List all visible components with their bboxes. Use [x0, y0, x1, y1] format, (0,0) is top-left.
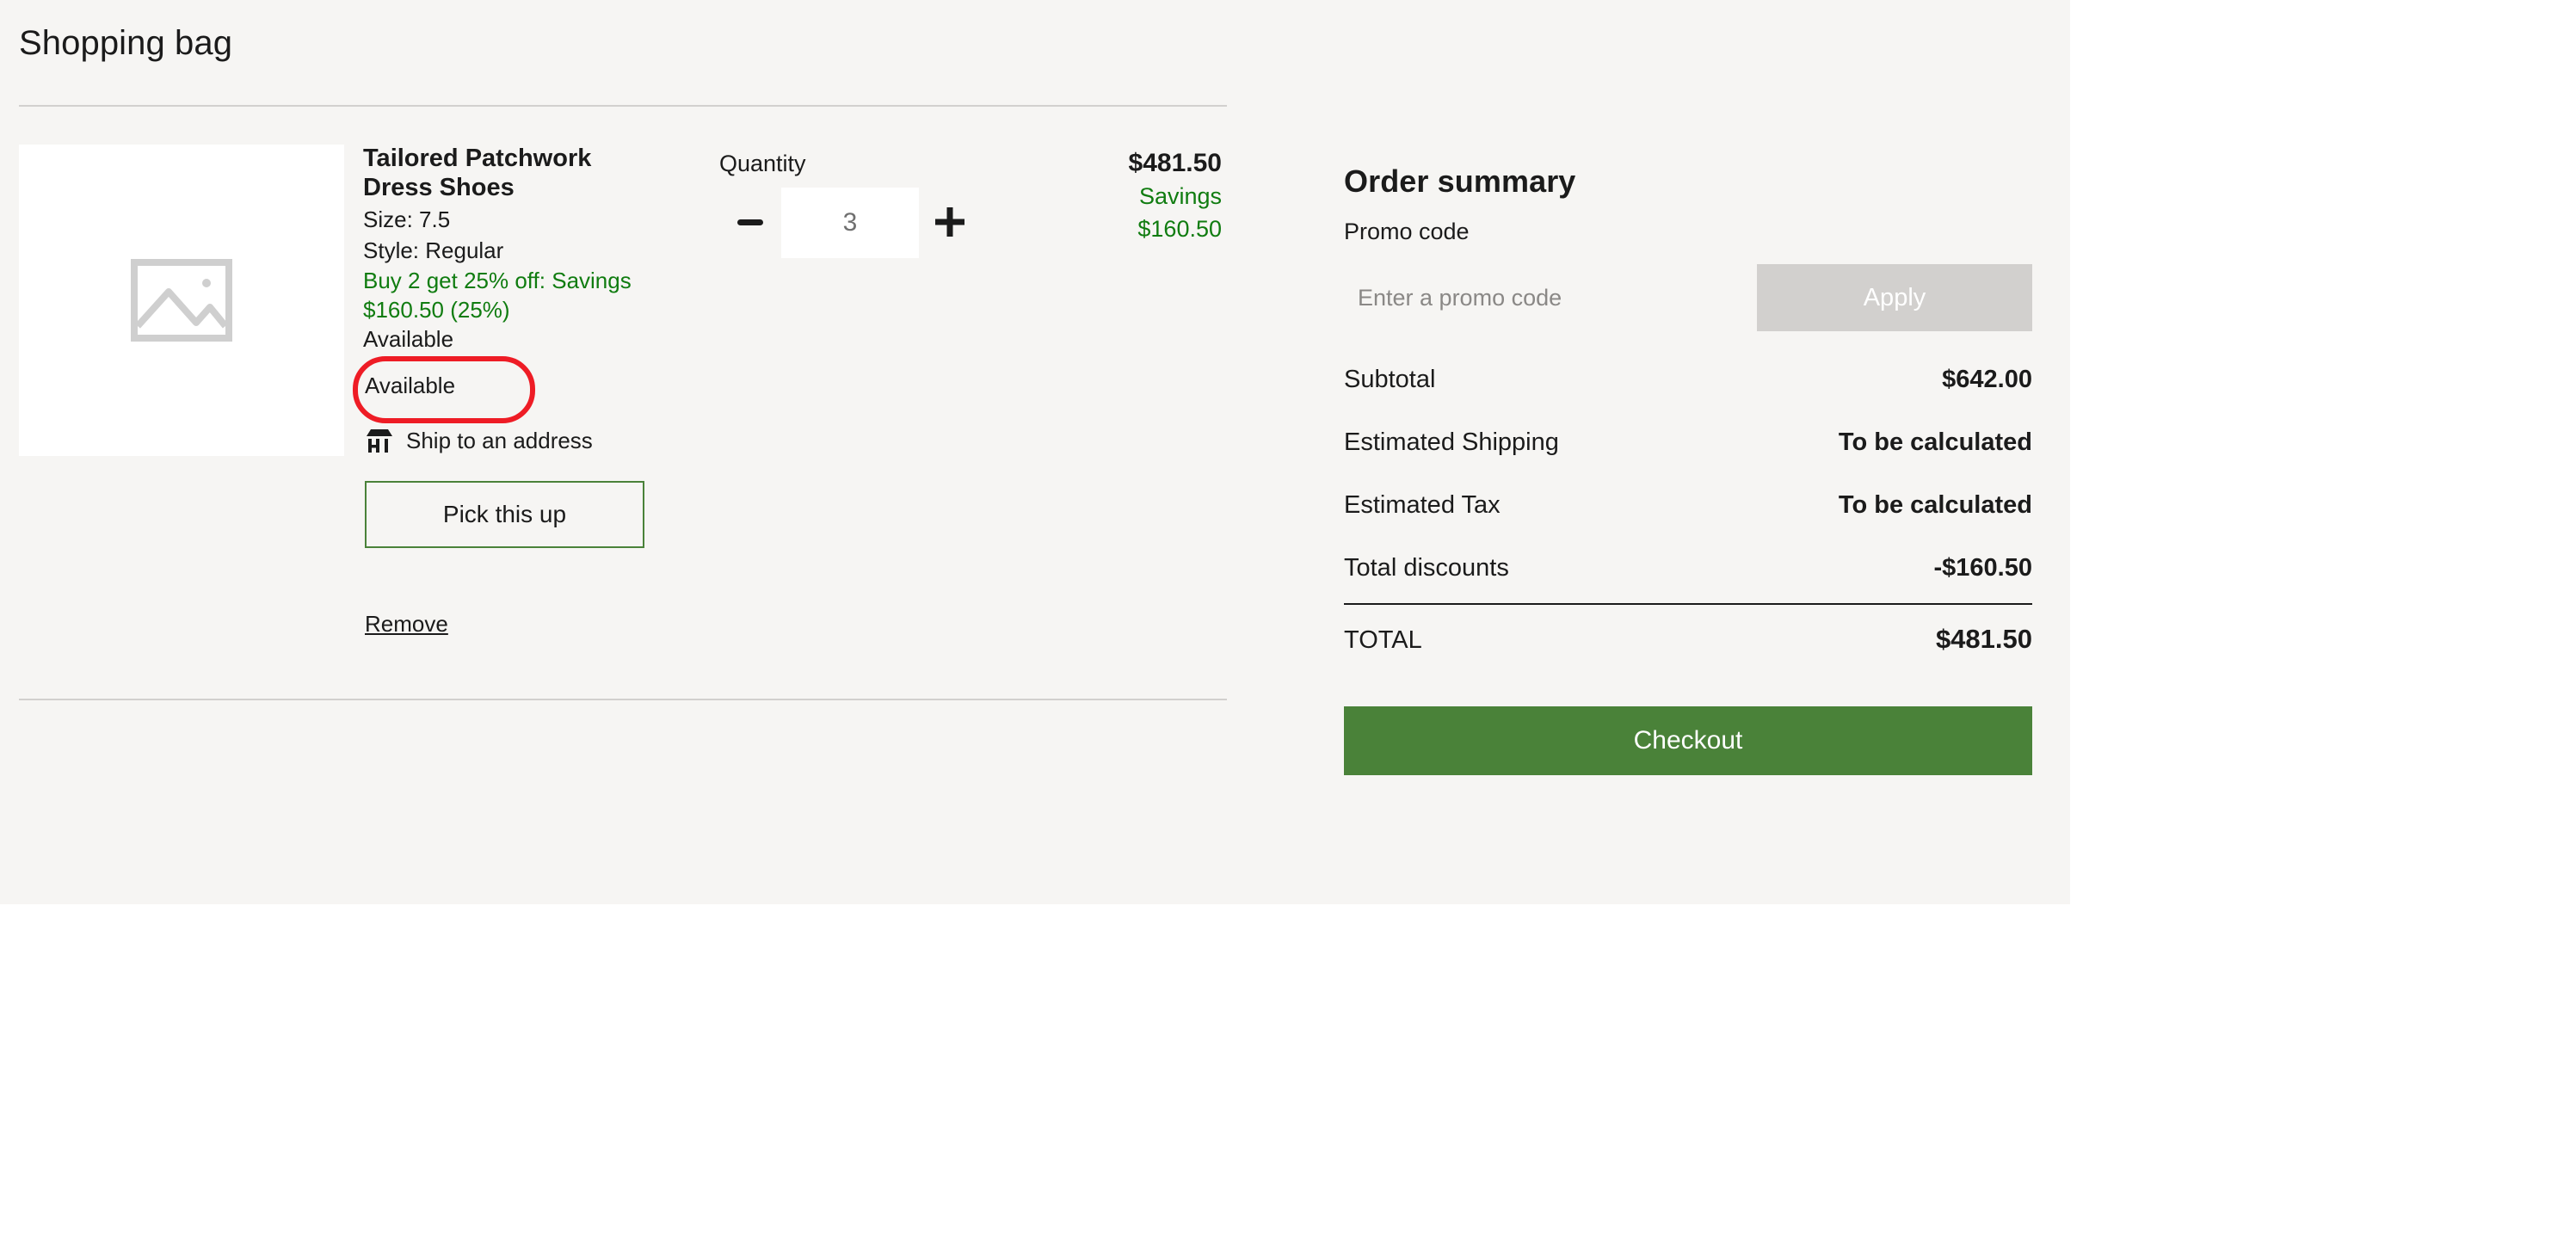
fulfillment-option[interactable]: Ship to an address: [365, 428, 593, 454]
product-promo-text: Buy 2 get 25% off: Savings $160.50 (25%): [363, 268, 632, 323]
summary-row-tax: Estimated Tax To be calculated: [1344, 491, 2032, 520]
broken-image-icon: [131, 259, 232, 342]
page-title: Shopping bag: [19, 24, 233, 62]
summary-row-total: TOTAL $481.50: [1344, 624, 2032, 655]
quantity-input[interactable]: [781, 188, 919, 258]
summary-key: Estimated Shipping: [1344, 428, 1559, 456]
summary-key: Subtotal: [1344, 366, 1436, 393]
summary-key: Estimated Tax: [1344, 491, 1501, 519]
store-icon: [365, 428, 394, 454]
product-availability: Available: [363, 326, 454, 353]
product-size: Size: 7.5: [363, 206, 451, 232]
summary-value: To be calculated: [1838, 428, 2032, 456]
summary-value: -$160.50: [1933, 554, 2033, 582]
summary-row-shipping: Estimated Shipping To be calculated: [1344, 428, 2032, 457]
promo-code-label: Promo code: [1344, 219, 1470, 244]
summary-value: To be calculated: [1838, 491, 2032, 519]
item-price-column: $481.50 Savings $160.50: [972, 148, 1222, 243]
fulfillment-label: Ship to an address: [406, 428, 593, 453]
total-label: TOTAL: [1344, 626, 1422, 654]
summary-row-discounts: Total discounts -$160.50: [1344, 554, 2032, 582]
minus-icon: [733, 205, 767, 242]
shopping-bag-page: Shopping bag Tailored Patchwork Dress Sh…: [0, 0, 2576, 1257]
pick-this-up-button[interactable]: Pick this up: [365, 481, 644, 548]
total-value: $481.50: [1935, 624, 2032, 654]
plus-icon: [932, 204, 968, 243]
order-summary-title: Order summary: [1344, 163, 1576, 199]
item-savings-amount: $160.50: [1137, 216, 1222, 243]
summary-row-subtotal: Subtotal $642.00: [1344, 366, 2032, 394]
product-style: Style: Regular: [363, 237, 504, 264]
summary-key: Total discounts: [1344, 554, 1509, 582]
promo-code-input[interactable]: [1344, 264, 1757, 331]
product-info: Tailored Patchwork Dress Shoes Size: 7.5…: [363, 145, 707, 354]
quantity-stepper: [719, 188, 981, 258]
checkout-button[interactable]: Checkout: [1344, 706, 2032, 775]
item-price: $481.50: [1128, 149, 1222, 177]
product-thumbnail[interactable]: [19, 145, 344, 456]
item-savings-label: Savings: [1138, 183, 1222, 210]
promo-code-row: Apply: [1344, 264, 2032, 331]
summary-value: $642.00: [1942, 366, 2032, 393]
header-divider: [19, 105, 1227, 107]
remove-item-link[interactable]: Remove: [365, 611, 448, 638]
product-name[interactable]: Tailored Patchwork Dress Shoes: [363, 145, 656, 203]
decrease-quantity-button[interactable]: [719, 192, 781, 254]
quantity-label: Quantity: [719, 151, 806, 176]
cart-item-divider: [19, 699, 1227, 700]
apply-promo-button[interactable]: Apply: [1757, 264, 2032, 331]
summary-total-divider: [1344, 603, 2032, 605]
order-summary-panel: Order summary Promo code Apply Subtotal …: [1344, 163, 2032, 775]
